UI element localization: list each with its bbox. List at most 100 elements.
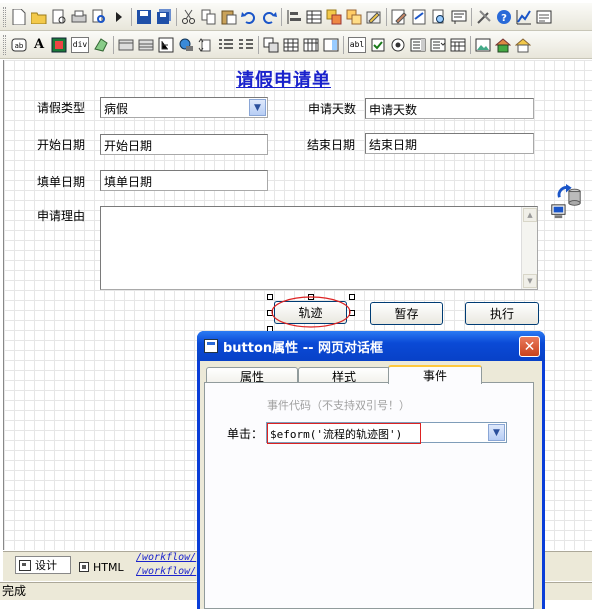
form-title: 请假申请单 <box>236 70 331 91</box>
path-link[interactable]: /workflow/ <box>136 566 196 577</box>
save-draft-button[interactable]: 暂存 <box>370 302 443 325</box>
align-icon[interactable] <box>286 9 302 25</box>
toolbar-separator <box>471 7 472 26</box>
click-event-label: 单击： <box>227 427 264 441</box>
toolbar-separator <box>281 7 282 26</box>
tree-icon[interactable] <box>158 37 174 53</box>
tab-html-label: HTML <box>93 560 124 574</box>
edit-form-icon[interactable] <box>391 9 407 25</box>
click-event-combo[interactable]: $eform('流程的轨迹图') ▼ <box>266 422 507 444</box>
close-icon[interactable]: ✕ <box>519 336 540 357</box>
chevron-down-icon[interactable]: ▼ <box>249 99 266 116</box>
list-control-icon[interactable] <box>218 37 234 53</box>
undo-icon[interactable] <box>241 9 257 25</box>
listbox-icon[interactable] <box>410 37 426 53</box>
svg-text:?: ? <box>501 13 507 24</box>
events-hint: 事件代码（不支持双引号！） <box>267 399 410 412</box>
database-icon[interactable] <box>549 184 583 220</box>
split-icon[interactable] <box>238 37 254 53</box>
image-icon[interactable] <box>51 37 67 53</box>
copy-icon[interactable] <box>201 9 217 25</box>
picture-icon[interactable] <box>475 37 491 53</box>
dialog-body: 属性 样式 事件 事件代码（不支持双引号！） 单击： $eform('流程的轨迹… <box>200 361 542 609</box>
toolbar-separator <box>386 7 387 26</box>
paste-icon[interactable] <box>221 9 237 25</box>
new-doc-icon[interactable] <box>11 8 27 25</box>
start-date-input[interactable]: 开始日期 <box>100 134 268 155</box>
leave-type-select[interactable]: 病假 ▼ <box>100 97 268 118</box>
fill-date-label: 填单日期 <box>37 175 86 189</box>
dialog-tabs: 属性 样式 事件 <box>204 365 538 384</box>
list-icon[interactable] <box>451 9 467 25</box>
cut-icon[interactable] <box>181 9 197 25</box>
properties-icon[interactable] <box>346 9 362 25</box>
home-icon[interactable] <box>495 37 511 53</box>
highlight-ellipse <box>271 296 351 328</box>
grid-icon[interactable] <box>138 37 154 53</box>
tab-design-label: 设计 <box>35 559 57 572</box>
nav-icon[interactable] <box>515 37 531 53</box>
shape-icon[interactable] <box>93 37 109 53</box>
reason-label: 申请理由 <box>37 209 86 223</box>
radio-icon[interactable] <box>390 37 406 53</box>
toolbar-grip[interactable] <box>3 34 6 55</box>
chart-icon[interactable] <box>516 9 532 25</box>
toolbar-separator <box>258 35 259 54</box>
print-icon[interactable] <box>71 9 87 25</box>
chevron-down-icon[interactable]: ▼ <box>488 424 505 441</box>
tab-design[interactable]: 设计 <box>15 556 71 574</box>
run-icon[interactable] <box>111 9 127 25</box>
toolbar-separator <box>470 35 471 54</box>
path-link[interactable]: /workflow/ <box>136 552 196 563</box>
click-event-input[interactable]: $eform('流程的轨迹图') <box>267 423 421 444</box>
execute-button[interactable]: 执行 <box>465 302 539 325</box>
dialog-title-bar[interactable]: button属性 -- 网页对话框 ✕ <box>197 331 545 361</box>
window-icon[interactable] <box>536 9 552 25</box>
toolbar-separator <box>131 7 132 26</box>
frame-icon[interactable] <box>323 37 339 53</box>
preview-icon[interactable] <box>431 9 447 25</box>
scroll-down-icon[interactable]: ▼ <box>523 274 537 288</box>
main-toolbar: ? <box>0 3 592 31</box>
start-date-label: 开始日期 <box>37 138 86 152</box>
html-icon <box>79 562 89 572</box>
save-all-icon[interactable] <box>156 8 172 25</box>
scroll-up-icon[interactable]: ▲ <box>523 208 537 222</box>
dialog-title: button属性 -- 网页对话框 <box>223 340 384 356</box>
help-icon[interactable]: ? <box>496 9 512 25</box>
table-icon[interactable] <box>306 9 322 25</box>
checkbox-icon[interactable] <box>370 37 386 53</box>
globe-icon[interactable] <box>178 37 194 53</box>
combo-control-icon[interactable] <box>430 37 446 53</box>
layer-icon[interactable] <box>326 9 342 25</box>
label-icon[interactable]: A <box>31 37 47 53</box>
end-date-input[interactable]: 结束日期 <box>365 133 534 154</box>
toolbar-grip[interactable] <box>3 6 6 27</box>
text-input-icon[interactable]: abl <box>348 36 366 53</box>
open-folder-icon[interactable] <box>31 9 47 25</box>
tab-events[interactable]: 事件 <box>388 365 482 384</box>
datagrid-icon[interactable] <box>283 37 299 53</box>
page-icon[interactable] <box>411 9 427 25</box>
tools-icon[interactable] <box>476 9 492 25</box>
redo-icon[interactable] <box>261 9 277 25</box>
print-preview-icon[interactable] <box>51 9 67 25</box>
find-icon[interactable] <box>91 9 107 25</box>
days-label: 申请天数 <box>308 102 357 116</box>
panel-icon[interactable] <box>118 37 134 53</box>
textbox-icon[interactable]: ab <box>11 37 27 53</box>
reason-scrollbar[interactable]: ▲ ▼ <box>521 207 537 289</box>
reason-textarea[interactable]: ▲ ▼ <box>100 206 538 290</box>
tab-html[interactable]: HTML <box>79 558 124 576</box>
fill-date-input[interactable]: 填单日期 <box>100 170 268 191</box>
tabs-icon[interactable] <box>303 37 319 53</box>
spinner-icon[interactable] <box>198 37 214 53</box>
calendar-icon[interactable] <box>450 37 466 53</box>
div-icon[interactable]: div <box>71 36 89 53</box>
save-icon[interactable] <box>136 9 152 25</box>
table-control-icon[interactable] <box>263 37 279 53</box>
edit-icon[interactable] <box>366 9 382 25</box>
status-text: 完成 <box>2 584 27 598</box>
days-input[interactable]: 申请天数 <box>365 98 534 119</box>
leave-type-label: 请假类型 <box>37 101 86 115</box>
